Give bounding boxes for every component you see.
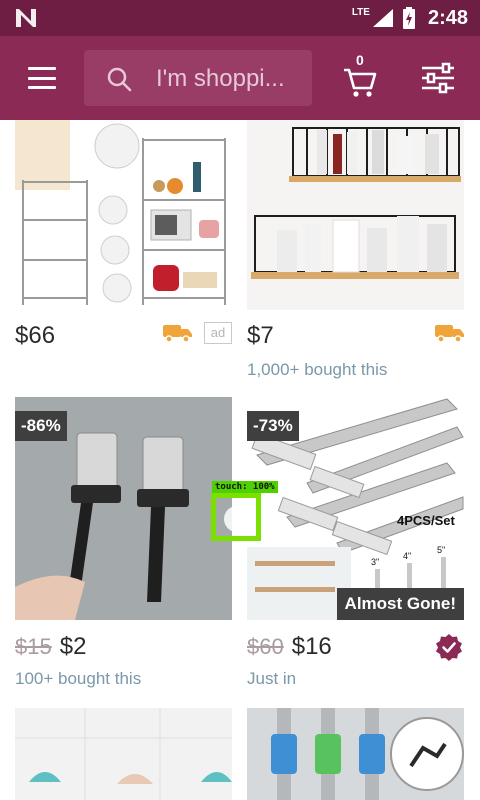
battery-charging-icon xyxy=(402,7,415,29)
product-image-wire-kitchen-shelf-rack[interactable] xyxy=(15,120,232,310)
size-label: 4" xyxy=(403,551,411,561)
menu-button[interactable] xyxy=(22,60,62,96)
price-row: $15 $2 xyxy=(15,633,232,673)
original-price: $15 xyxy=(15,634,52,659)
foam-roller-illustration xyxy=(247,708,464,800)
wire-shelves-illustration xyxy=(251,127,461,279)
size-label: 3" xyxy=(371,557,379,567)
discount-badge: -73% xyxy=(247,411,299,441)
network-type: LTE xyxy=(351,6,370,18)
discount-badge: -86% xyxy=(15,411,67,441)
filter-sliders-icon xyxy=(422,62,454,94)
notification-n-icon xyxy=(16,9,36,27)
product-feed[interactable]: $66 ad $7 1,000+ bought this -86% $15 $2… xyxy=(0,120,480,800)
size-label: 5" xyxy=(437,545,445,555)
cart-count-badge: 0 xyxy=(356,52,364,68)
search-bar[interactable]: I'm shoppi... xyxy=(84,50,312,106)
product-image-razor-wall-holders[interactable]: -86% xyxy=(15,397,232,620)
price: $7 xyxy=(247,322,274,349)
listing-status: Just in xyxy=(247,669,297,688)
product-card[interactable]: -86% $15 $2 100+ bought this xyxy=(15,397,232,697)
price: $16 xyxy=(291,633,332,660)
hamburger-line xyxy=(28,76,56,80)
product-image-floating-shelf-brackets[interactable]: 4PCS/Set 3" 4" 5" -73% Almost Gone! xyxy=(247,397,464,620)
truck-icon xyxy=(163,325,192,343)
original-price: $60 xyxy=(247,634,284,659)
shelf-rack-illustration xyxy=(15,120,226,305)
status-bar: LTE 2:48 xyxy=(0,0,480,36)
product-image-wall-mounted-wire-shelves[interactable] xyxy=(247,120,464,310)
product-card[interactable] xyxy=(247,708,464,800)
status-indicators: LTE 2:48 xyxy=(352,0,468,36)
cart-button[interactable]: 0 xyxy=(340,52,380,97)
bought-count: 1,000+ bought this xyxy=(247,360,388,379)
cart-icon xyxy=(344,68,377,97)
clock: 2:48 xyxy=(427,6,468,29)
hamburger-line xyxy=(28,86,56,89)
verified-check-icon xyxy=(436,634,462,661)
search-input[interactable]: I'm shoppi... xyxy=(156,65,306,93)
touch-point xyxy=(224,506,250,532)
truck-icon xyxy=(435,325,464,343)
product-image-foam-roller-bars[interactable] xyxy=(247,708,464,800)
price: $66 xyxy=(15,322,56,349)
product-card[interactable]: $7 1,000+ bought this xyxy=(247,120,464,380)
price: $2 xyxy=(59,633,87,660)
hamburger-menu-icon xyxy=(28,67,56,70)
product-card[interactable] xyxy=(15,708,232,800)
product-card[interactable]: $66 ad xyxy=(15,120,232,380)
price-row: $66 xyxy=(15,322,232,362)
wall-hooks-illustration xyxy=(15,708,232,800)
pcs-set-text: 4PCS/Set xyxy=(397,513,455,528)
product-card[interactable]: 4PCS/Set 3" 4" 5" -73% Almost Gone! $60 $… xyxy=(247,397,464,697)
bought-count: 100+ bought this xyxy=(15,669,142,688)
almost-gone-tag: Almost Gone! xyxy=(336,588,464,620)
signal-icon xyxy=(372,9,393,27)
filter-button[interactable] xyxy=(418,60,458,96)
app-bar: I'm shoppi... 0 xyxy=(0,36,480,120)
touch-indicator-label: touch: 100% xyxy=(212,481,278,493)
search-icon xyxy=(107,67,132,92)
price-row: $60 $16 xyxy=(247,633,464,673)
price-row: $7 xyxy=(247,322,464,362)
product-image-wall-hooks-umbrella[interactable] xyxy=(15,708,232,800)
touch-indicator xyxy=(211,493,261,541)
ad-label: ad xyxy=(204,322,232,344)
